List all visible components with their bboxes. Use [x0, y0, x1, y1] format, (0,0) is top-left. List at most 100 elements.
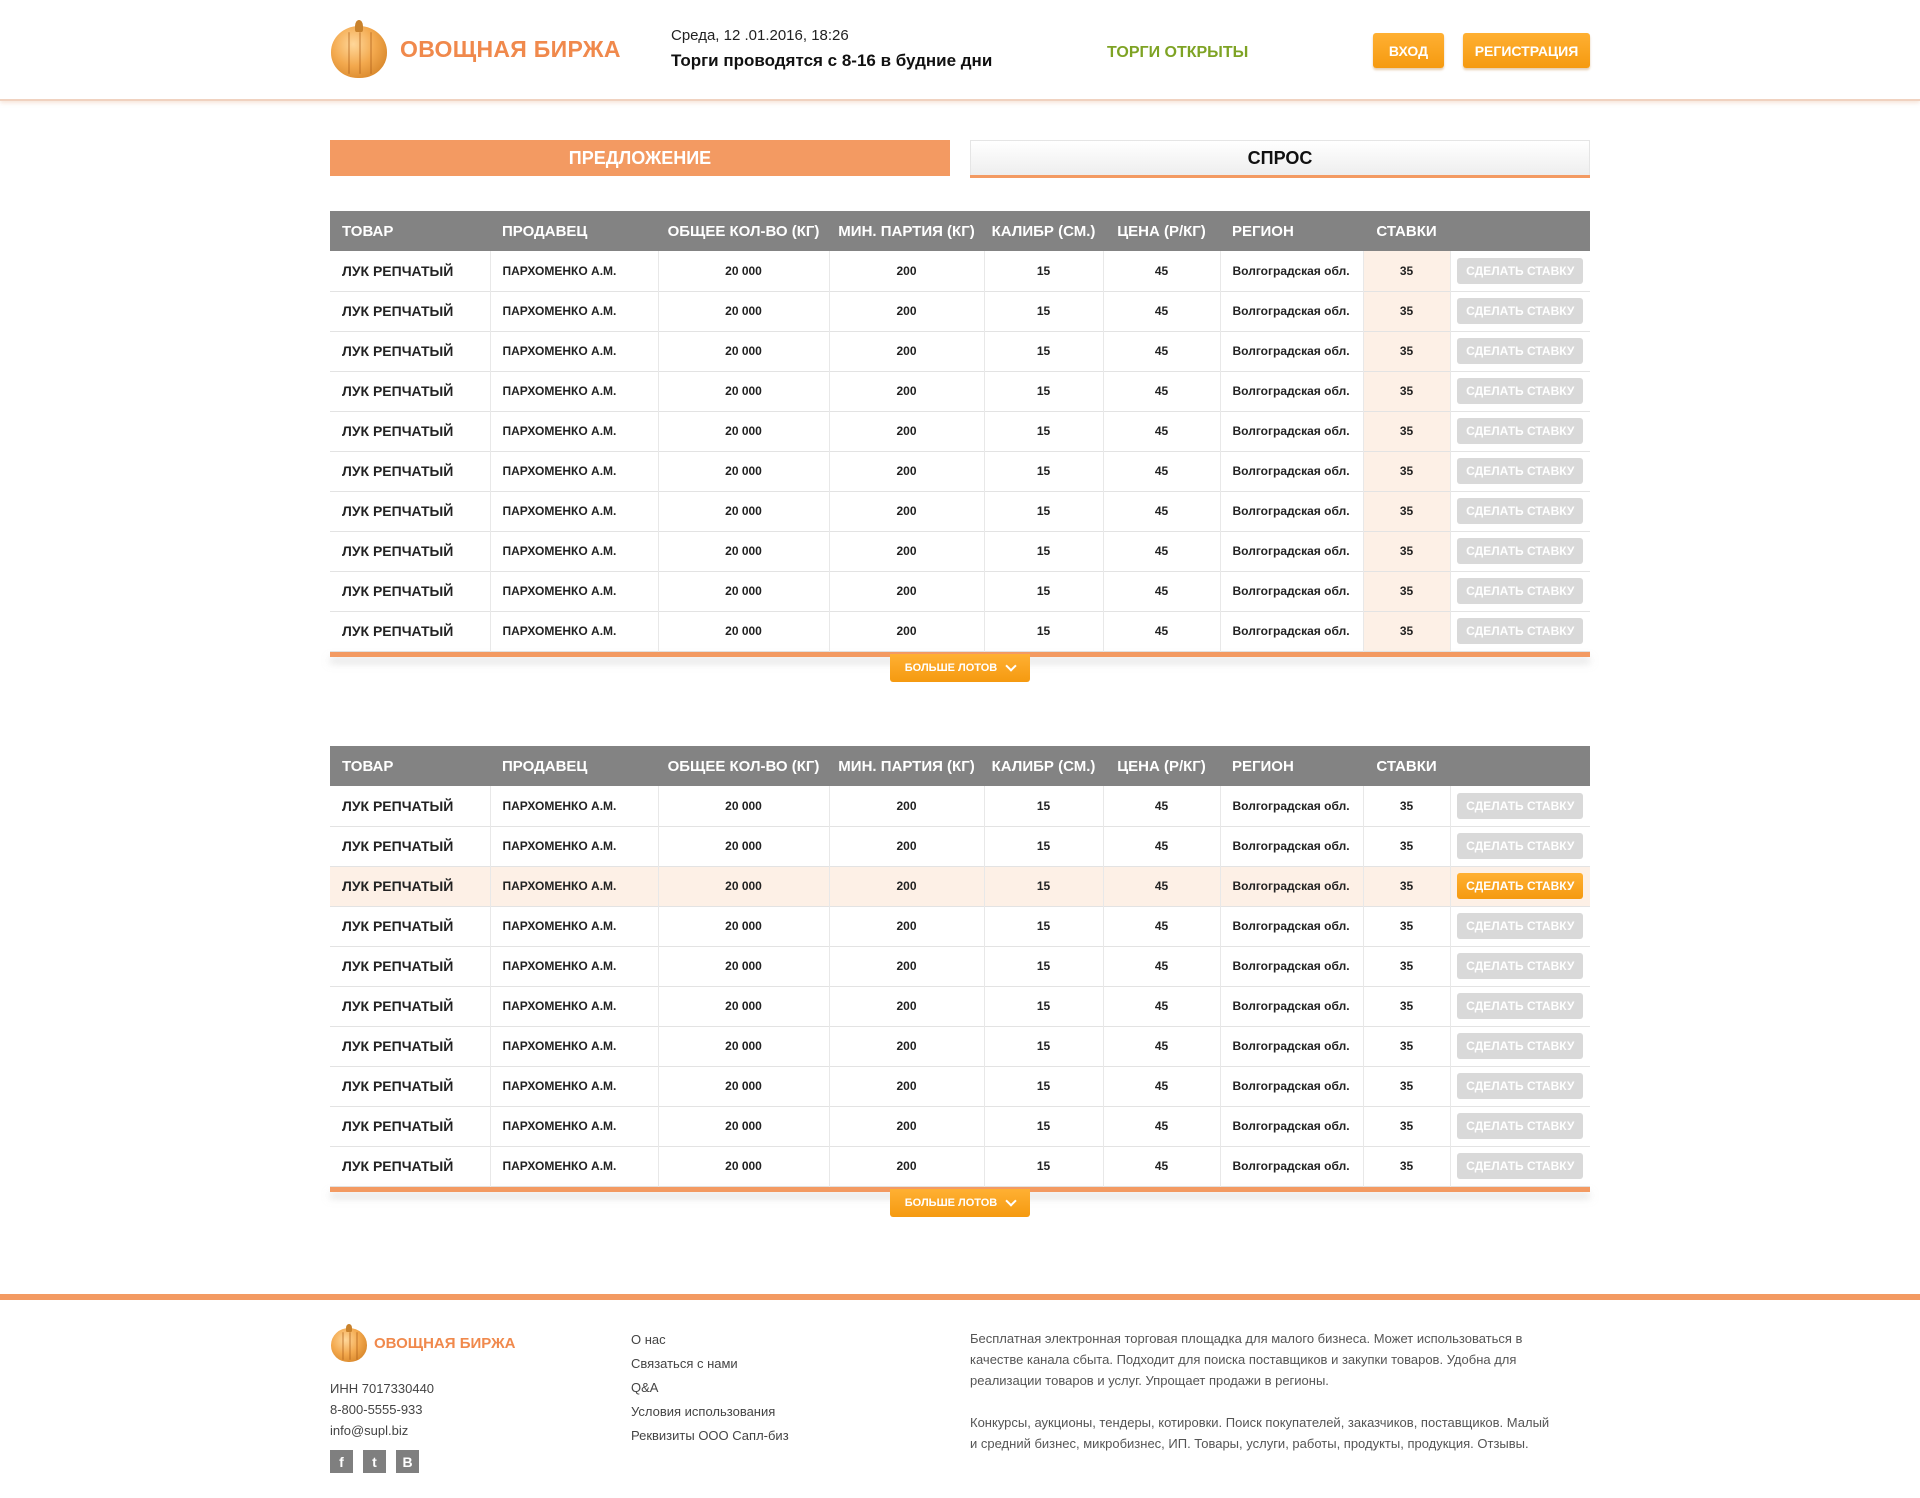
facebook-icon[interactable]: f: [330, 1450, 353, 1473]
table-row[interactable]: ЛУК РЕПЧАТЫЙ ПАРХОМЕНКО А.М. 20 000 200 15 45…: [330, 1146, 1590, 1186]
region-cell: Волгоградская обл.: [1220, 611, 1364, 651]
header-col-region: РЕГИОН: [1232, 757, 1294, 775]
vk-icon[interactable]: B: [396, 1450, 419, 1473]
min-batch-cell: 200: [829, 866, 985, 906]
make-bid-button[interactable]: СДЕЛАТЬ СТАВКУ: [1457, 458, 1584, 484]
table-row[interactable]: ЛУК РЕПЧАТЫЙ ПАРХОМЕНКО А.М. 20 000 200 15 45…: [330, 291, 1590, 331]
table-row[interactable]: ЛУК РЕПЧАТЫЙ ПАРХОМЕНКО А.М. 20 000 200 15 45…: [330, 451, 1590, 491]
make-bid-button[interactable]: СДЕЛАТЬ СТАВКУ: [1457, 833, 1584, 859]
footer-link-qa[interactable]: Q&A: [631, 1376, 789, 1400]
tab-demand[interactable]: СПРОС: [970, 140, 1590, 176]
login-button[interactable]: ВХОД: [1373, 33, 1444, 68]
make-bid-button[interactable]: СДЕЛАТЬ СТАВКУ: [1457, 913, 1584, 939]
region-cell: Волгоградская обл.: [1220, 906, 1364, 946]
region-cell: Волгоградская обл.: [1220, 1146, 1364, 1186]
market-tabs: ПРЕДЛОЖЕНИЕ СПРОС: [330, 140, 1590, 178]
region-cell: Волгоградская обл.: [1220, 531, 1364, 571]
make-bid-button[interactable]: СДЕЛАТЬ СТАВКУ: [1457, 953, 1584, 979]
make-bid-button[interactable]: СДЕЛАТЬ СТАВКУ: [1457, 792, 1584, 819]
table-row[interactable]: ЛУК РЕПЧАТЫЙ ПАРХОМЕНКО А.М. 20 000 200 15 45…: [330, 826, 1590, 866]
price-cell: 45: [1103, 411, 1221, 451]
header-col-product: ТОВАР: [342, 757, 394, 775]
footer-link-requisites[interactable]: Реквизиты ООО Сапл-биз: [631, 1424, 789, 1448]
make-bid-button[interactable]: СДЕЛАТЬ СТАВКУ: [1457, 1113, 1584, 1139]
make-bid-button[interactable]: СДЕЛАТЬ СТАВКУ: [1457, 578, 1584, 604]
make-bid-button[interactable]: СДЕЛАТЬ СТАВКУ: [1457, 298, 1584, 324]
tab-offer[interactable]: ПРЕДЛОЖЕНИЕ: [330, 140, 950, 176]
make-bid-button[interactable]: СДЕЛАТЬ СТАВКУ: [1457, 873, 1584, 899]
seller-cell: ПАРХОМЕНКО А.М.: [490, 986, 659, 1026]
more-lots-button[interactable]: БОЛЬШЕ ЛОТОВ: [890, 1189, 1030, 1217]
make-bid-button[interactable]: СДЕЛАТЬ СТАВКУ: [1457, 338, 1584, 364]
footer-link-contact[interactable]: Связаться с нами: [631, 1352, 789, 1376]
action-cell: СДЕЛАТЬ СТАВКУ: [1450, 611, 1590, 651]
footer-link-terms[interactable]: Условия использования: [631, 1400, 789, 1424]
table-body: ЛУК РЕПЧАТЫЙ ПАРХОМЕНКО А.М. 20 000 200 15 45…: [330, 251, 1590, 651]
header-col-price: ЦЕНА (Р/КГ): [1117, 757, 1206, 775]
table-row[interactable]: ЛУК РЕПЧАТЫЙ ПАРХОМЕНКО А.М. 20 000 200 15 45…: [330, 866, 1590, 906]
footer-contacts: ИНН 7017330440 8-800-5555-933 info@supl.…: [330, 1378, 434, 1441]
make-bid-button[interactable]: СДЕЛАТЬ СТАВКУ: [1457, 1153, 1584, 1179]
table-row[interactable]: ЛУК РЕПЧАТЫЙ ПАРХОМЕНКО А.М. 20 000 200 15 45…: [330, 491, 1590, 531]
footer-logo[interactable]: ОВОЩНАЯ БИРЖА: [330, 1324, 515, 1362]
table-row[interactable]: ЛУК РЕПЧАТЫЙ ПАРХОМЕНКО А.М. 20 000 200 15 45…: [330, 571, 1590, 611]
make-bid-button[interactable]: СДЕЛАТЬ СТАВКУ: [1457, 1073, 1584, 1099]
region-cell: Волгоградская обл.: [1220, 251, 1364, 291]
price-cell: 45: [1103, 986, 1221, 1026]
table-row[interactable]: ЛУК РЕПЧАТЫЙ ПАРХОМЕНКО А.М. 20 000 200 15 45…: [330, 906, 1590, 946]
caliber-cell: 15: [984, 1066, 1104, 1106]
table-row[interactable]: ЛУК РЕПЧАТЫЙ ПАРХОМЕНКО А.М. 20 000 200 15 45…: [330, 946, 1590, 986]
seller-cell: ПАРХОМЕНКО А.М.: [490, 571, 659, 611]
table-row[interactable]: ЛУК РЕПЧАТЫЙ ПАРХОМЕНКО А.М. 20 000 200 15 45…: [330, 1026, 1590, 1066]
table-row[interactable]: ЛУК РЕПЧАТЫЙ ПАРХОМЕНКО А.М. 20 000 200 15 45…: [330, 1106, 1590, 1146]
more-lots-button[interactable]: БОЛЬШЕ ЛОТОВ: [890, 654, 1030, 682]
product-cell: ЛУК РЕПЧАТЫЙ: [330, 291, 491, 331]
action-cell: СДЕЛАТЬ СТАВКУ: [1450, 986, 1590, 1026]
bids-cell: 35: [1363, 571, 1451, 611]
table-row[interactable]: ЛУК РЕПЧАТЫЙ ПАРХОМЕНКО А.М. 20 000 200 15 45…: [330, 371, 1590, 411]
make-bid-button[interactable]: СДЕЛАТЬ СТАВКУ: [1457, 618, 1584, 644]
table-row[interactable]: ЛУК РЕПЧАТЫЙ ПАРХОМЕНКО А.М. 20 000 200 15 45…: [330, 986, 1590, 1026]
lots-table-1: ТОВАР ПРОДАВЕЦ ОБЩЕЕ КОЛ-ВО (КГ) МИН. ПАРТИ…: [330, 211, 1590, 682]
table-row[interactable]: ЛУК РЕПЧАТЫЙ ПАРХОМЕНКО А.М. 20 000 200 15 45…: [330, 411, 1590, 451]
more-lots-label: БОЛЬШЕ ЛОТОВ: [904, 662, 998, 674]
make-bid-button[interactable]: СДЕЛАТЬ СТАВКУ: [1457, 538, 1584, 564]
make-bid-button[interactable]: СДЕЛАТЬ СТАВКУ: [1457, 378, 1584, 404]
min-batch-cell: 200: [829, 611, 985, 651]
caliber-cell: 15: [984, 906, 1104, 946]
email[interactable]: info@supl.biz: [330, 1420, 434, 1441]
bids-cell: 35: [1363, 291, 1451, 331]
make-bid-button[interactable]: СДЕЛАТЬ СТАВКУ: [1457, 498, 1584, 524]
table-row[interactable]: ЛУК РЕПЧАТЫЙ ПАРХОМЕНКО А.М. 20 000 200 15 45…: [330, 1066, 1590, 1106]
total-qty-cell: 20 000: [658, 331, 830, 371]
footer-link-about[interactable]: О нас: [631, 1328, 789, 1352]
bids-cell: 35: [1363, 946, 1451, 986]
make-bid-button[interactable]: СДЕЛАТЬ СТАВКУ: [1457, 418, 1584, 444]
action-cell: СДЕЛАТЬ СТАВКУ: [1450, 866, 1590, 906]
region-cell: Волгоградская обл.: [1220, 786, 1364, 826]
register-button[interactable]: РЕГИСТРАЦИЯ: [1463, 33, 1590, 68]
make-bid-button[interactable]: СДЕЛАТЬ СТАВКУ: [1457, 993, 1584, 1019]
action-cell: СДЕЛАТЬ СТАВКУ: [1450, 1026, 1590, 1066]
product-cell: ЛУК РЕПЧАТЫЙ: [330, 866, 491, 906]
twitter-icon[interactable]: t: [363, 1450, 386, 1473]
table-row[interactable]: ЛУК РЕПЧАТЫЙ ПАРХОМЕНКО А.М. 20 000 200 15 45…: [330, 331, 1590, 371]
product-cell: ЛУК РЕПЧАТЫЙ: [330, 1066, 491, 1106]
min-batch-cell: 200: [829, 786, 985, 826]
make-bid-button[interactable]: СДЕЛАТЬ СТАВКУ: [1457, 257, 1584, 284]
chevron-down-icon: [1005, 660, 1017, 672]
table-row[interactable]: ЛУК РЕПЧАТЫЙ ПАРХОМЕНКО А.М. 20 000 200 15 45…: [330, 786, 1590, 826]
min-batch-cell: 200: [829, 826, 985, 866]
caliber-cell: 15: [984, 451, 1104, 491]
table-row[interactable]: ЛУК РЕПЧАТЫЙ ПАРХОМЕНКО А.М. 20 000 200 15 45…: [330, 611, 1590, 651]
table-row[interactable]: ЛУК РЕПЧАТЫЙ ПАРХОМЕНКО А.М. 20 000 200 15 45…: [330, 251, 1590, 291]
make-bid-button[interactable]: СДЕЛАТЬ СТАВКУ: [1457, 1033, 1584, 1059]
region-cell: Волгоградская обл.: [1220, 331, 1364, 371]
total-qty-cell: 20 000: [658, 1106, 830, 1146]
table-row[interactable]: ЛУК РЕПЧАТЫЙ ПАРХОМЕНКО А.М. 20 000 200 15 45…: [330, 531, 1590, 571]
product-cell: ЛУК РЕПЧАТЫЙ: [330, 1026, 491, 1066]
region-cell: Волгоградская обл.: [1220, 571, 1364, 611]
table-body: ЛУК РЕПЧАТЫЙ ПАРХОМЕНКО А.М. 20 000 200 15 45…: [330, 786, 1590, 1186]
action-cell: СДЕЛАТЬ СТАВКУ: [1450, 826, 1590, 866]
logo[interactable]: ОВОЩНАЯ БИРЖА: [330, 20, 621, 78]
